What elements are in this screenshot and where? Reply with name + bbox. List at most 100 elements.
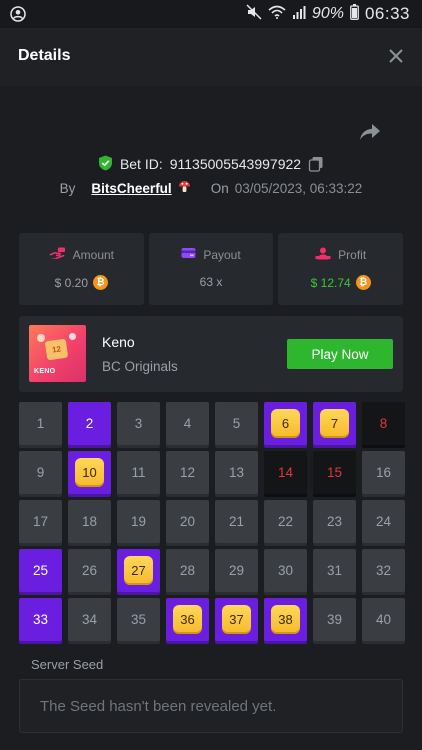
payout-card: Payout 63 x xyxy=(148,233,274,305)
cell-number: 28 xyxy=(179,563,196,578)
cell-number: 39 xyxy=(326,612,343,627)
keno-cell: 30 xyxy=(264,549,307,592)
keno-cell: 5 xyxy=(215,402,258,445)
keno-cell: 27 xyxy=(117,549,160,592)
mushroom-icon xyxy=(178,180,191,196)
bet-date: 03/05/2023, 06:33:22 xyxy=(234,180,363,196)
keno-cell: 13 xyxy=(215,451,258,494)
bet-id-value: 91135005543997922 xyxy=(169,156,302,172)
wifi-icon xyxy=(268,5,286,23)
bitcoin-icon: ₿ xyxy=(93,275,109,290)
signal-icon xyxy=(292,5,306,23)
cell-number: 29 xyxy=(228,563,245,578)
cell-number: 32 xyxy=(375,563,392,578)
cell-number: 40 xyxy=(375,612,392,627)
cell-number: 35 xyxy=(130,612,147,627)
details-content: Bet ID: 91135005543997922 By BitsCheerfu… xyxy=(0,86,422,750)
cell-number: 12 xyxy=(179,465,196,480)
cell-number: 3 xyxy=(134,416,143,431)
profit-label: Profit xyxy=(338,248,367,262)
bet-id-label: Bet ID: xyxy=(119,156,163,172)
keno-cell: 26 xyxy=(68,549,111,592)
keno-cell: 9 xyxy=(19,451,62,494)
keno-cell: 37 xyxy=(215,598,258,641)
cell-number: 25 xyxy=(32,563,49,578)
hit-gem: 38 xyxy=(271,605,300,634)
cell-number: 13 xyxy=(228,465,245,480)
keno-cell: 31 xyxy=(313,549,356,592)
keno-cell: 11 xyxy=(117,451,160,494)
keno-cell: 32 xyxy=(362,549,405,592)
cell-number: 34 xyxy=(81,612,98,627)
keno-cell: 17 xyxy=(19,500,62,543)
keno-cell: 19 xyxy=(117,500,160,543)
keno-cell: 39 xyxy=(313,598,356,641)
profit-user-icon xyxy=(315,247,331,263)
status-bar: 90% 06:33 xyxy=(0,0,422,28)
keno-cell: 7 xyxy=(313,402,356,445)
server-seed-label: Server Seed xyxy=(31,657,104,672)
cell-number: 24 xyxy=(375,514,392,529)
close-button[interactable] xyxy=(384,44,408,68)
payout-value: 63 x xyxy=(199,275,223,289)
profit-value: $ 12.74 xyxy=(310,275,351,290)
cell-number: 2 xyxy=(85,416,94,431)
hit-gem: 6 xyxy=(271,409,300,438)
game-provider: BC Originals xyxy=(102,359,178,374)
amount-card: Amount $ 0.20 ₿ xyxy=(19,233,144,305)
keno-game-thumbnail: 12 KENO xyxy=(29,325,86,382)
keno-cell: 3 xyxy=(117,402,160,445)
by-label: By xyxy=(59,180,76,196)
keno-cell: 34 xyxy=(68,598,111,641)
keno-cell: 25 xyxy=(19,549,62,592)
cell-number: 33 xyxy=(32,612,49,627)
keno-cell: 12 xyxy=(166,451,209,494)
share-button[interactable] xyxy=(358,122,386,146)
cell-number: 8 xyxy=(379,416,388,431)
keno-cell: 38 xyxy=(264,598,307,641)
keno-cell: 23 xyxy=(313,500,356,543)
cell-number: 11 xyxy=(131,465,146,480)
battery-level: 90% xyxy=(311,5,344,22)
close-icon xyxy=(389,49,403,63)
keno-cell: 24 xyxy=(362,500,405,543)
keno-cell: 8 xyxy=(362,402,405,445)
bet-id-row: Bet ID: 91135005543997922 xyxy=(0,152,422,176)
dialog-title: Details xyxy=(18,47,71,64)
keno-board: 1 2 3 4 5 6 7 8 9 10 11 12 13 14 15 16 17 18 19 20 21 22 23 24 2… xyxy=(19,402,405,641)
keno-cell: 21 xyxy=(215,500,258,543)
copy-icon[interactable] xyxy=(308,156,324,172)
cell-number: 26 xyxy=(81,563,98,578)
play-now-button[interactable]: Play Now xyxy=(287,339,393,369)
clock: 06:33 xyxy=(364,4,410,23)
cell-number: 17 xyxy=(32,514,49,529)
cell-number: 20 xyxy=(179,514,196,529)
bet-stats: Amount $ 0.20 ₿ Payout 63 x Profit $ 12.… xyxy=(19,233,404,305)
keno-cell: 29 xyxy=(215,549,258,592)
keno-cell: 15 xyxy=(313,451,356,494)
keno-cell: 2 xyxy=(68,402,111,445)
username-link[interactable]: BitsCheerful xyxy=(91,181,171,196)
game-card: 12 KENO Keno BC Originals Play Now xyxy=(19,316,403,392)
cell-number: 30 xyxy=(277,563,294,578)
keno-cell: 1 xyxy=(19,402,62,445)
battery-icon xyxy=(350,4,359,24)
cell-number: 31 xyxy=(326,563,343,578)
wallet-icon xyxy=(181,247,196,262)
amount-value: $ 0.20 xyxy=(54,275,89,290)
account-icon xyxy=(10,6,26,22)
mute-icon xyxy=(246,4,262,24)
game-name: Keno xyxy=(102,334,135,350)
cell-number: 5 xyxy=(232,416,241,431)
keno-cell: 28 xyxy=(166,549,209,592)
cell-number: 9 xyxy=(36,465,45,480)
server-seed-value: The Seed hasn't been revealed yet. xyxy=(40,697,277,715)
profit-card: Profit $ 12.74 ₿ xyxy=(278,233,404,305)
cell-number: 16 xyxy=(375,465,392,480)
keno-cell: 14 xyxy=(264,451,307,494)
hit-gem: 27 xyxy=(124,556,153,585)
money-hand-icon xyxy=(49,247,66,262)
hit-gem: 7 xyxy=(320,409,349,438)
keno-cell: 36 xyxy=(166,598,209,641)
cell-number: 19 xyxy=(130,514,147,529)
